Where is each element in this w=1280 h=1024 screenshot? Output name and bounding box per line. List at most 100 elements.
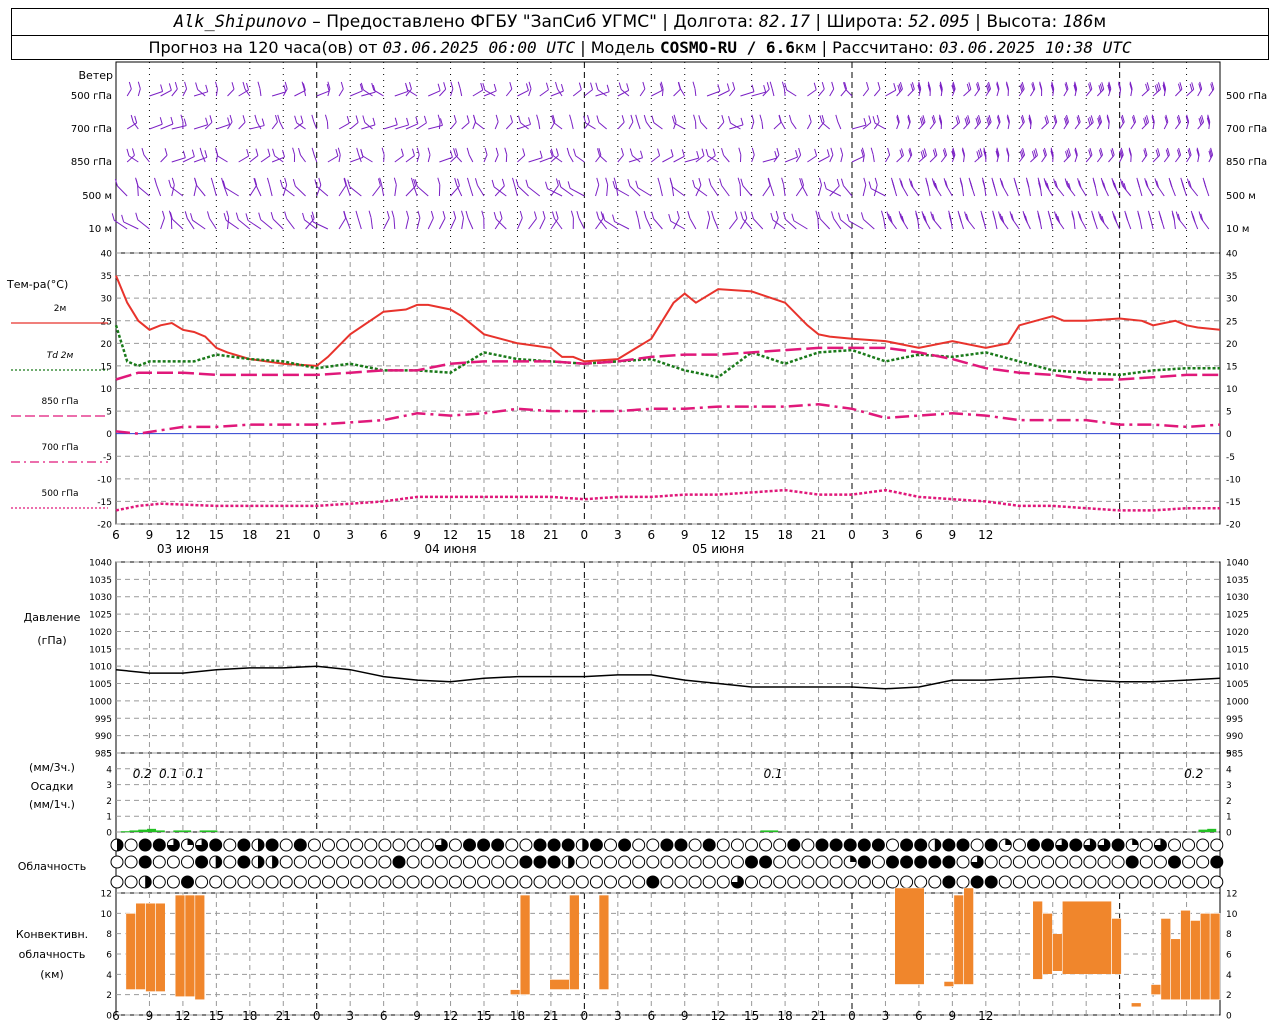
cloud-circle (745, 875, 758, 889)
wind-barb (362, 155, 373, 163)
pressure-ytick: 1010 (1226, 663, 1249, 673)
wind-barb-feather (868, 181, 872, 189)
x-hour-label: 15 (744, 528, 759, 542)
wind-barb-feather (643, 114, 647, 123)
wind-barb-feather (673, 114, 677, 122)
wind-barb (863, 219, 875, 230)
wind-barb (472, 121, 476, 130)
wind-level-label: 700 гПа (1226, 124, 1267, 135)
wind-barb-feather (979, 148, 983, 156)
cloud-circle (124, 855, 138, 869)
wind-barb (468, 154, 474, 163)
wind-barb-feather (846, 213, 850, 222)
x-hour-label-bottom: 18 (242, 1009, 257, 1023)
wind-barb (578, 217, 585, 230)
pressure-ytick: 1025 (89, 611, 112, 621)
cloud-fill (215, 856, 222, 868)
pressure-ytick: 1035 (1226, 576, 1249, 586)
cloud-circle (124, 875, 138, 889)
wind-barb-feather (863, 177, 867, 185)
cloud-circle (350, 838, 364, 852)
wind-barb-feather (808, 114, 812, 123)
pressure-line (115, 665, 1221, 690)
wind-barb-feather (381, 147, 385, 155)
wind-barb-feather (817, 211, 821, 220)
x-hour-label-bottom: 3 (346, 1009, 354, 1023)
wind-barb-feather (831, 81, 835, 90)
wind-barb (171, 125, 187, 130)
precip-ytick: 3 (1226, 781, 1232, 791)
wind-barb-feather (968, 82, 972, 90)
cloud-circle (1139, 838, 1153, 852)
cloud-circle (674, 855, 688, 869)
wind-barb (929, 154, 938, 163)
cloud-circle (886, 855, 899, 869)
wind-barb (673, 155, 685, 163)
x-hour-label: 6 (647, 528, 655, 542)
temp-ytick: -20 (1226, 521, 1241, 531)
wind-barb-feather (900, 148, 904, 156)
cloud-circle (1069, 838, 1083, 852)
cloud-circle (914, 838, 928, 852)
cloud-circle (956, 855, 970, 869)
cloud-circle (547, 838, 561, 852)
cloud-circle (787, 838, 801, 852)
cloud-fill (145, 876, 152, 888)
wind-barb-feather (1203, 180, 1207, 188)
wind-barb (645, 217, 652, 230)
wind-barb-feather (427, 147, 431, 155)
wind-barb (653, 218, 663, 230)
cloud-circle (886, 838, 899, 852)
x-hour-label-bottom: 6 (380, 1009, 388, 1023)
wind-barb (793, 220, 808, 230)
wind-barb (428, 124, 443, 130)
wind-barb-feather (300, 115, 304, 123)
wind-barb (259, 88, 262, 97)
wind-barb-feather (246, 82, 249, 91)
wind-barb-feather (651, 211, 655, 219)
temp-ytick: 25 (1226, 317, 1237, 327)
wind-barb-feather (522, 148, 526, 156)
cloud-circle (463, 875, 476, 889)
cloud-circle (491, 838, 505, 852)
wind-barb-feather (302, 212, 305, 221)
wind-barb (513, 184, 518, 197)
wind-level-label: 500 м (1226, 191, 1256, 202)
wind-barb-feather (627, 179, 631, 187)
wind-barb-feather (567, 181, 571, 189)
wind-barb-feather (815, 210, 819, 218)
wind-barb (896, 154, 904, 163)
pressure-ytick: 1015 (89, 645, 112, 655)
wind-barb (475, 122, 485, 130)
precip-ytick: 1 (1226, 813, 1232, 823)
wind-barb (821, 122, 831, 130)
wind-barb-feather (466, 147, 470, 156)
cloud-circle (307, 875, 321, 889)
wind-barb-feather (651, 115, 655, 123)
wind-barb-feather (721, 148, 725, 156)
convective-bar (125, 913, 137, 990)
wind-barb (818, 88, 825, 97)
wind-barb-feather (596, 115, 600, 123)
wind-barb-feather (499, 211, 503, 219)
wind-barb (851, 156, 864, 163)
x-hour-label-bottom: 0 (581, 1009, 589, 1023)
wind-barb-feather (182, 150, 186, 158)
wind-barb-feather (519, 210, 523, 219)
wind-barb (742, 185, 753, 197)
wind-barb-feather (128, 81, 132, 90)
cloud-circle (1139, 855, 1153, 869)
wind-barb-feather (266, 177, 270, 185)
wind-barb-feather (837, 212, 841, 220)
wind-barb-feather (560, 83, 564, 92)
wind-barb-feather (920, 151, 924, 159)
cloud-circle (293, 875, 307, 889)
cloud-circle (265, 838, 279, 852)
wind-barb (1085, 154, 1093, 163)
cloud-circle (561, 838, 575, 852)
wind-level-label: 850 гПа (71, 157, 112, 168)
cloud-circle (350, 855, 364, 869)
cloud-circle (364, 838, 378, 852)
cloud-circle (1168, 838, 1181, 852)
meteogram: 40 4035 3530 3025 2520 2015 1510 105 50 0-5 -5-10-… (6, 61, 1267, 1023)
